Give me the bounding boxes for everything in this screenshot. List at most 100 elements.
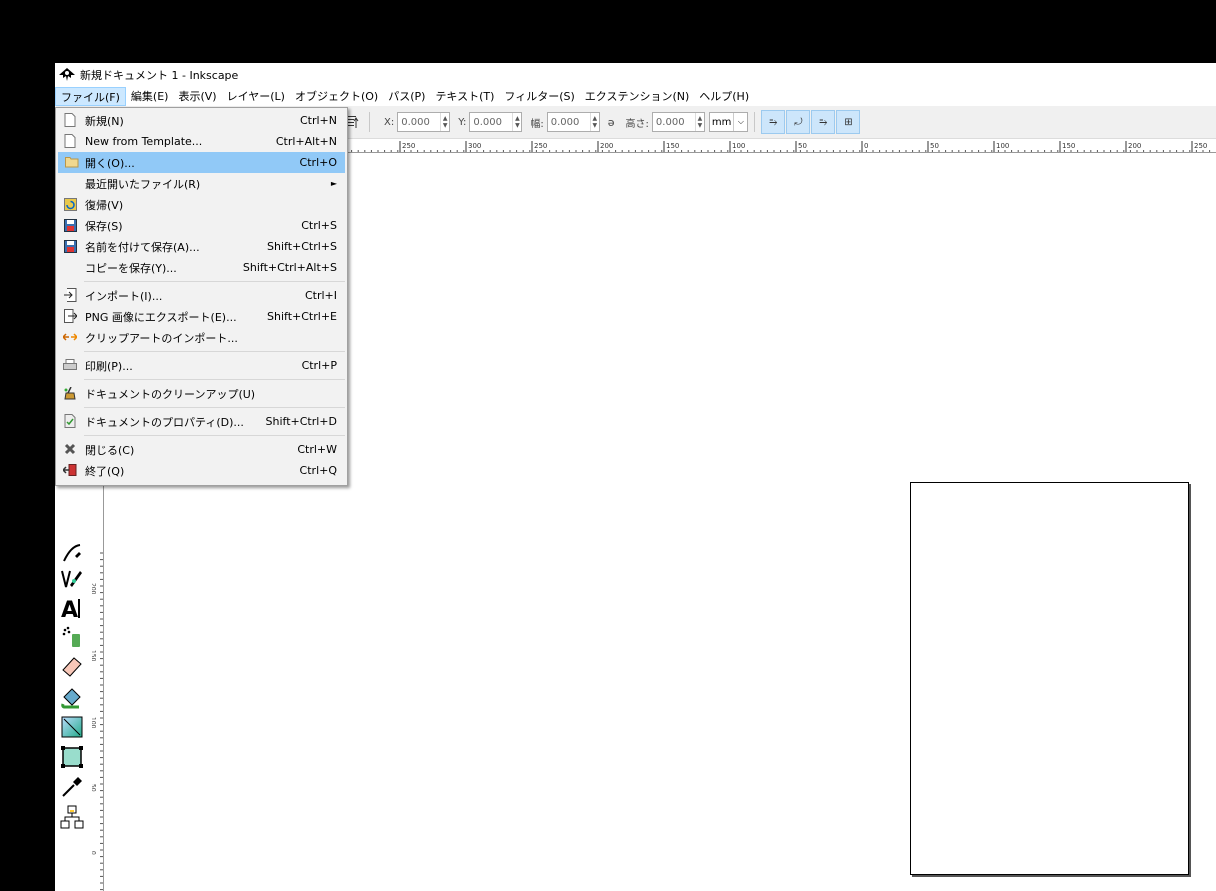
document-page[interactable] [910,482,1189,875]
width-spin-arrows[interactable]: ▲ ▼ [589,113,599,131]
eraser-tool-icon[interactable] [59,654,85,680]
menu-item-label: インポート(I)... [85,289,163,303]
file-menu-item-14[interactable]: 閉じる(C) Ctrl+W [56,439,347,460]
menu-help[interactable]: ヘルプ(H) [694,87,754,106]
dropper-tool-icon[interactable] [59,774,85,800]
menu-item-label: PNG 画像にエクスポート(E)... [85,310,237,324]
height-spin-arrows[interactable]: ▲ ▼ [694,113,704,131]
gradient-tool-icon[interactable] [59,714,85,740]
toolbar-separator [369,112,370,132]
file-menu-item-7[interactable]: コピーを保存(Y)... Shift+Ctrl+Alt+S [56,257,347,278]
menu-text[interactable]: テキスト(T) [430,87,499,106]
window-title: 新規ドキュメント 1 - Inkscape [80,68,239,82]
height-input[interactable] [652,113,695,131]
ruler-label: 250 [402,142,415,150]
menu-extensions[interactable]: エクステンション(N) [580,87,694,106]
menu-item-label: 名前を付けて保存(A)... [85,240,200,254]
file-menu-item-15[interactable]: 終了(Q) Ctrl+Q [56,460,347,481]
x-spinbox[interactable]: ▲▼ [397,112,451,132]
pen-tool-icon[interactable] [59,540,85,566]
scale-stroke-toggle-icon[interactable]: ⥱ [761,110,786,134]
menu-separator [84,281,345,282]
menu-item-shortcut: Shift+Ctrl+S [267,240,337,253]
x-input[interactable] [398,113,441,131]
x-spin-arrows[interactable]: ▲ ▼ [440,113,449,131]
move-gradients-toggle-icon[interactable]: ⥱ [811,110,836,134]
clipart-icon [63,330,77,344]
move-patterns-toggle-icon[interactable]: ⊞ [836,110,861,134]
file-menu-item-2[interactable]: 開く(O)... Ctrl+O [58,152,345,173]
template-icon [63,134,77,148]
calligraphy-tool-icon[interactable] [59,566,85,592]
file-menu-item-1[interactable]: New from Template... Ctrl+Alt+N [56,131,347,152]
width-label: 幅: [530,118,544,130]
file-menu-dropdown: 新規(N) Ctrl+N New from Template... Ctrl+Alt+… [55,107,348,486]
menu-layer[interactable]: レイヤー(L) [222,87,290,106]
file-menu-item-11[interactable]: 印刷(P)... Ctrl+P [56,355,347,376]
unit-select[interactable]: mm ⌵ [708,112,749,132]
ruler-label: 100 [92,717,97,729]
export-icon [63,309,77,323]
y-spin-arrows[interactable]: ▲ ▼ [512,113,521,131]
connector-tool-icon[interactable] [59,804,85,830]
lock-ratio-icon[interactable]: ə [608,116,615,129]
menu-filter[interactable]: フィルター(S) [499,87,579,106]
menu-path[interactable]: パス(P) [383,87,430,106]
menu-item-label: ドキュメントのクリーンアップ(U) [85,387,256,401]
ruler-label: 50 [92,784,97,792]
ruler-label: 200 [600,142,613,150]
menu-item-label: 保存(S) [85,219,123,233]
ruler-label: 0 [92,851,97,855]
menu-item-label: 閉じる(C) [85,443,135,457]
ruler-label: 250 [534,142,547,150]
file-menu-item-6[interactable]: 名前を付けて保存(A)... Shift+Ctrl+S [56,236,347,257]
height-label: 高さ: [625,118,649,130]
import-icon [63,288,77,302]
width-spinbox[interactable]: ▲▼ [546,112,600,132]
y-input[interactable] [470,113,513,131]
close-icon [63,442,77,456]
file-menu-item-10[interactable]: クリップアートのインポート... [56,327,347,348]
menu-item-label: 開く(O)... [85,156,135,170]
text-tool-icon[interactable]: A [59,595,85,621]
menu-item-shortcut: Ctrl+N [299,114,337,127]
menu-object[interactable]: オブジェクト(O) [290,87,383,106]
menu-edit[interactable]: 編集(E) [126,87,174,106]
menu-view[interactable]: 表示(V) [173,87,221,106]
file-menu-item-4[interactable]: 復帰(V) [56,194,347,215]
y-spinbox[interactable]: ▲▼ [469,112,523,132]
menu-item-label: ドキュメントのプロパティ(D)... [85,415,244,429]
paint-bucket-tool-icon[interactable] [59,684,85,710]
unit-value: mm [711,116,732,128]
menu-item-label: New from Template... [85,135,203,148]
menu-item-shortcut: Ctrl+P [301,359,337,372]
ruler-label: 150 [92,650,97,662]
y-label: Y: [458,116,467,128]
file-menu-item-0[interactable]: 新規(N) Ctrl+N [56,110,347,131]
scale-corners-toggle-icon[interactable]: ⤾ [786,110,811,134]
save-icon [63,218,77,232]
menu-file[interactable]: ファイル(F) [55,86,126,106]
open-folder-icon [65,155,79,169]
menu-item-label: 印刷(P)... [85,359,133,373]
ruler-label: 150 [666,142,679,150]
cleanup-icon [63,386,77,400]
file-menu-item-13[interactable]: ドキュメントのプロパティ(D)... Shift+Ctrl+D [56,411,347,432]
chevron-down-icon[interactable]: ⌵ [733,113,747,131]
file-menu-item-8[interactable]: インポート(I)... Ctrl+I [56,285,347,306]
mesh-tool-icon[interactable] [59,744,85,770]
file-menu-item-9[interactable]: PNG 画像にエクスポート(E)... Shift+Ctrl+E [56,306,347,327]
menu-item-label: コピーを保存(Y)... [85,261,177,275]
menu-item-label: 新規(N) [85,114,124,128]
inkscape-logo-icon [59,67,75,81]
file-menu-item-3[interactable]: 最近開いたファイル(R) ► [56,173,347,194]
spray-tool-icon[interactable] [59,624,85,650]
submenu-arrow-icon: ► [330,179,337,188]
file-menu-item-12[interactable]: ドキュメントのクリーンアップ(U) [56,383,347,404]
file-menu-item-5[interactable]: 保存(S) Ctrl+S [56,215,347,236]
height-spinbox[interactable]: ▲▼ [651,112,705,132]
svg-text:A: A [61,598,78,620]
menu-item-label: 最近開いたファイル(R) [85,177,201,191]
x-label: X: [384,116,395,128]
width-input[interactable] [547,113,590,131]
